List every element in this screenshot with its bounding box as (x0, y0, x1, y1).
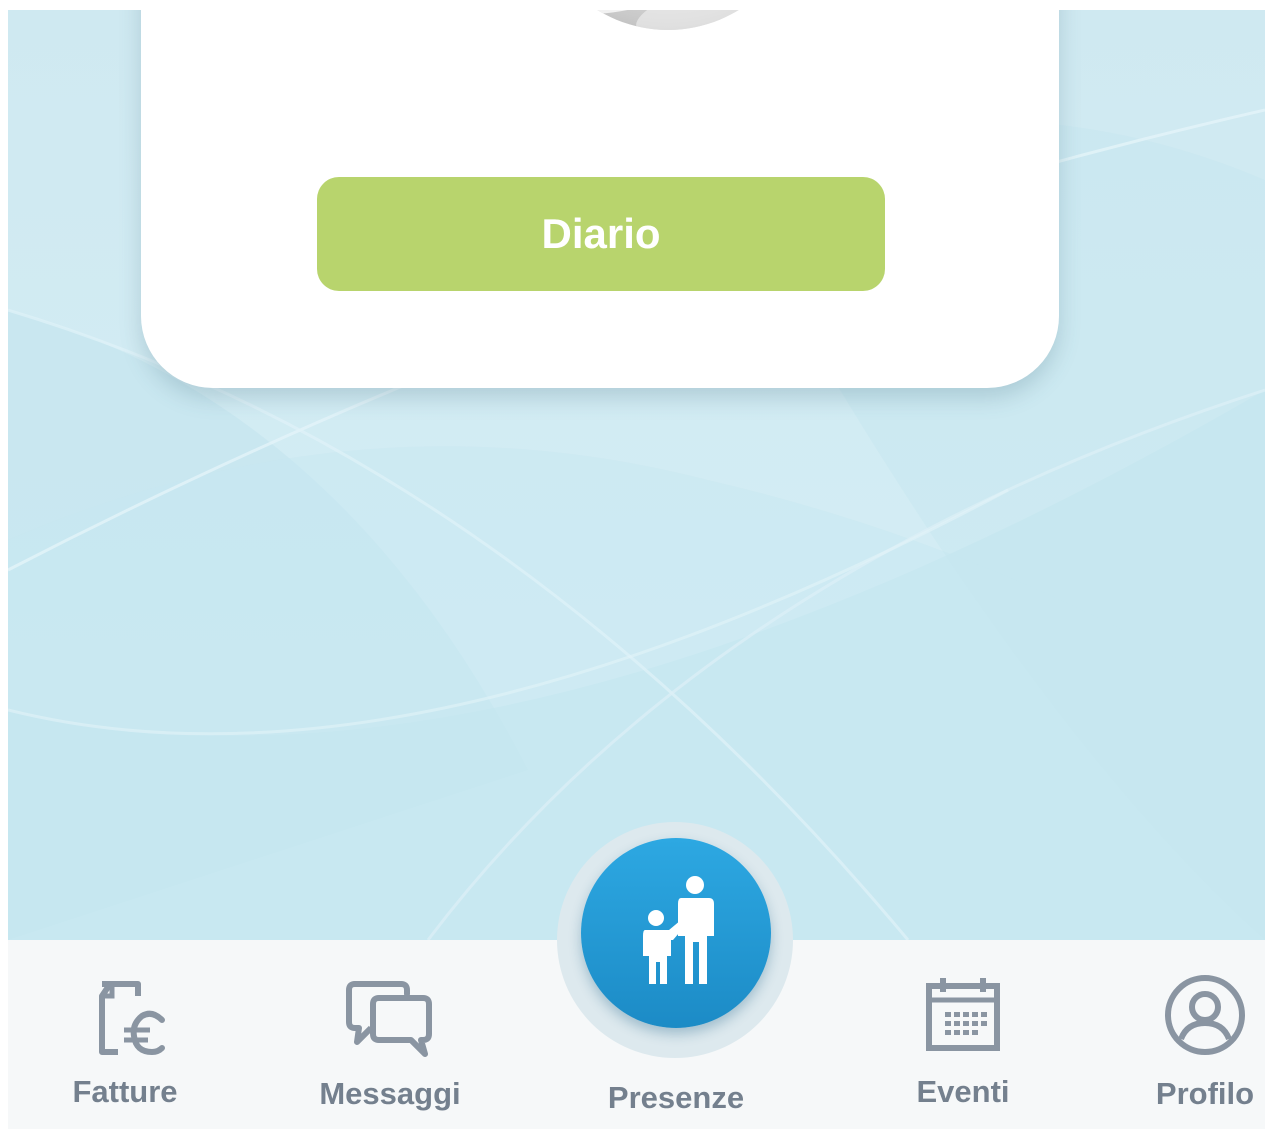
calendar-icon (926, 978, 1000, 1051)
tab-profilo-label: Profilo (1155, 1076, 1255, 1111)
child-photo (533, 10, 803, 30)
child-card: Diario (141, 10, 1059, 388)
tab-eventi[interactable]: Eventi (893, 940, 1033, 1129)
tab-eventi-label: Eventi (916, 1074, 1010, 1109)
app-screen: Diario Fatture Messaggi Presenze Eventi … (8, 10, 1265, 1129)
tab-fatture-label: Fatture (72, 1074, 178, 1109)
diario-button[interactable]: Diario (317, 177, 885, 291)
tab-presenze-label: Presenze (607, 1080, 745, 1115)
tab-profilo[interactable]: Profilo (1145, 940, 1265, 1129)
invoice-euro-icon (99, 981, 165, 1056)
chat-bubbles-icon (346, 981, 432, 1057)
tab-messaggi[interactable]: Messaggi (300, 940, 480, 1129)
presenze-fab-button[interactable] (581, 838, 771, 1028)
user-circle-icon (1165, 975, 1245, 1055)
tab-fatture[interactable]: Fatture (50, 940, 200, 1129)
tab-messaggi-label: Messaggi (319, 1076, 461, 1111)
parent-child-icon (643, 876, 714, 984)
